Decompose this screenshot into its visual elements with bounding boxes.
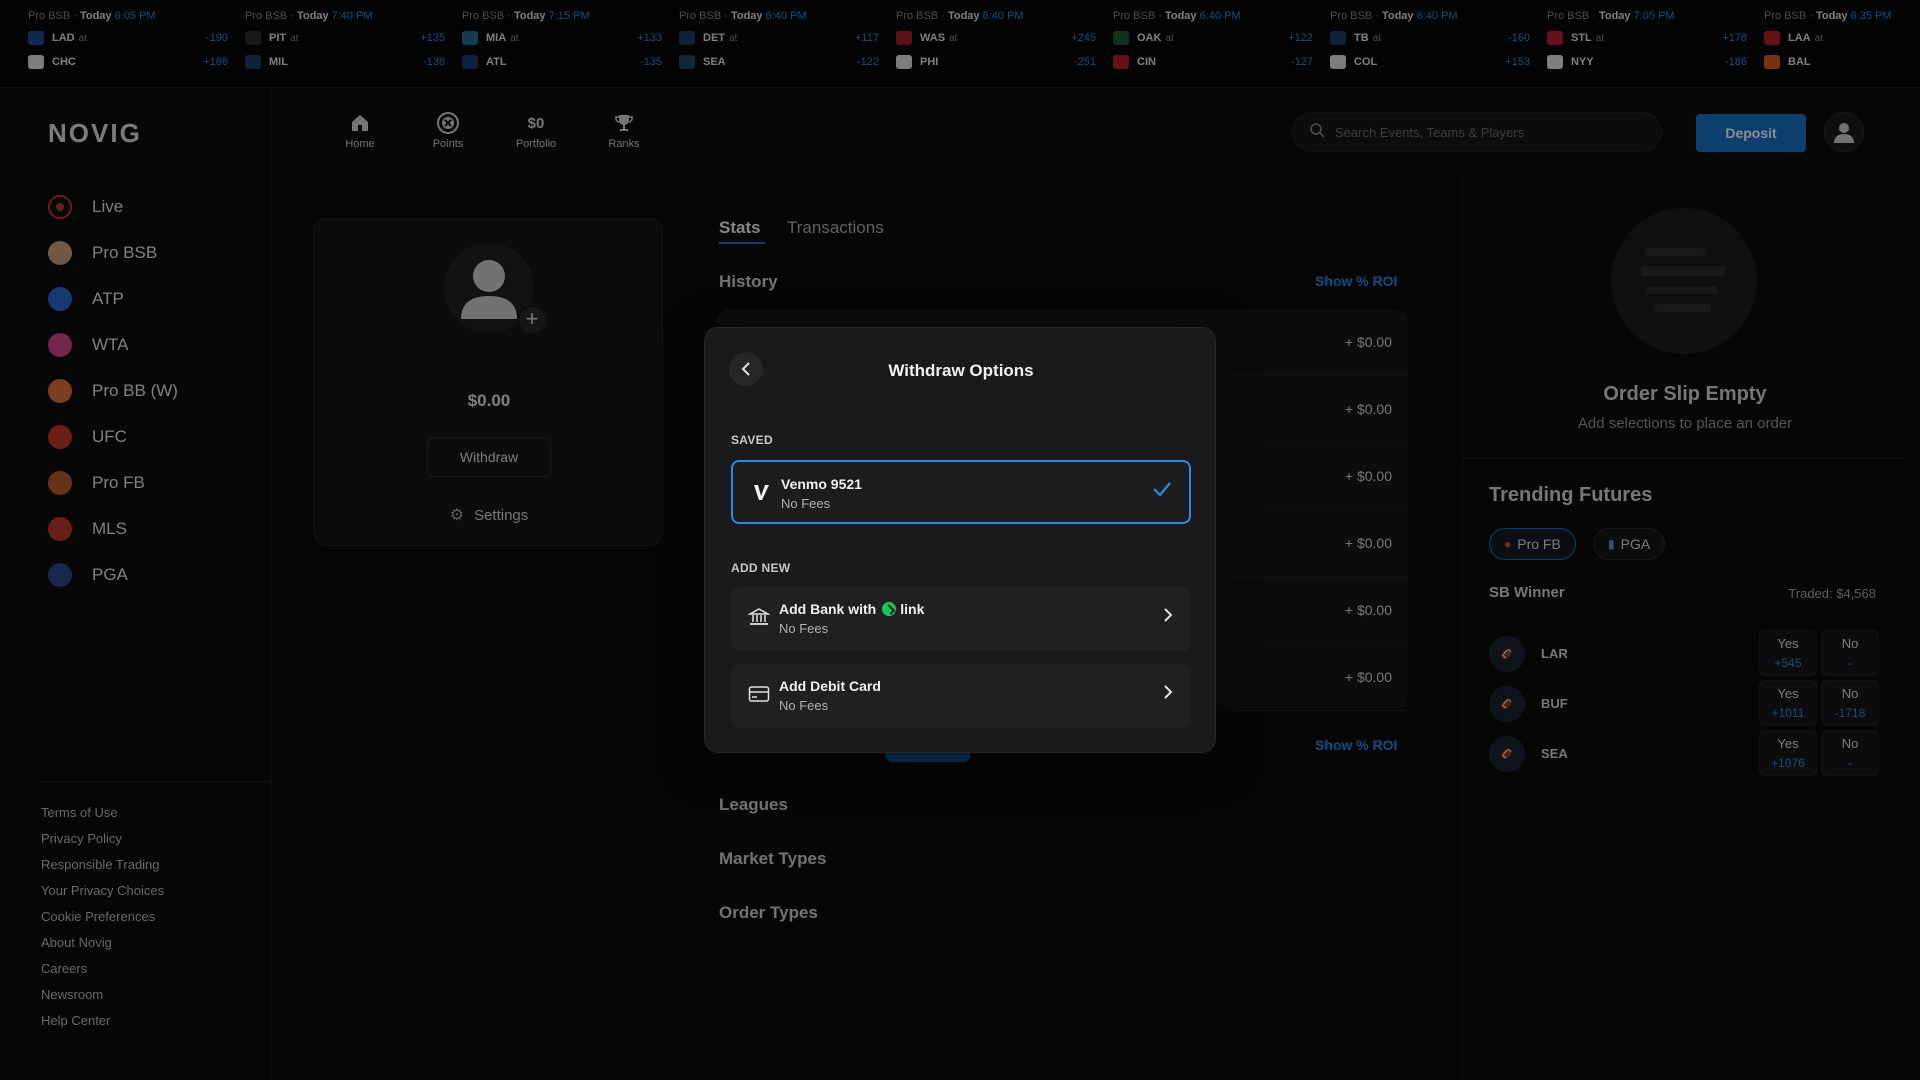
- venmo-option-subtitle: No Fees: [781, 496, 831, 511]
- withdraw-options-modal: Withdraw Options SAVED Venmo 9521 No Fee…: [704, 327, 1216, 753]
- add-bank-title-prefix: Add Bank with: [779, 601, 877, 617]
- venmo-icon: [749, 480, 773, 504]
- venmo-option-title: Venmo 9521: [781, 476, 862, 492]
- chevron-right-icon: [1163, 607, 1173, 628]
- add-debit-card-option[interactable]: Add Debit Card No Fees: [731, 664, 1191, 728]
- add-debit-card-subtitle: No Fees: [779, 698, 829, 713]
- check-icon: [1151, 478, 1173, 506]
- add-bank-title: Add Bank with link: [779, 601, 924, 617]
- link-logo-icon: [882, 602, 897, 616]
- venmo-option[interactable]: Venmo 9521 No Fees: [731, 460, 1191, 524]
- bank-icon: [747, 605, 771, 629]
- add-bank-title-suffix: link: [900, 601, 925, 617]
- add-new-label: ADD NEW: [731, 561, 791, 575]
- saved-label: SAVED: [731, 433, 773, 447]
- modal-title: Withdraw Options: [888, 361, 1034, 380]
- add-bank-subtitle: No Fees: [779, 621, 829, 636]
- add-bank-option[interactable]: Add Bank with link No Fees: [731, 587, 1191, 651]
- credit-card-icon: [747, 682, 771, 706]
- chevron-right-icon: [1163, 684, 1173, 705]
- add-debit-card-title: Add Debit Card: [779, 678, 881, 694]
